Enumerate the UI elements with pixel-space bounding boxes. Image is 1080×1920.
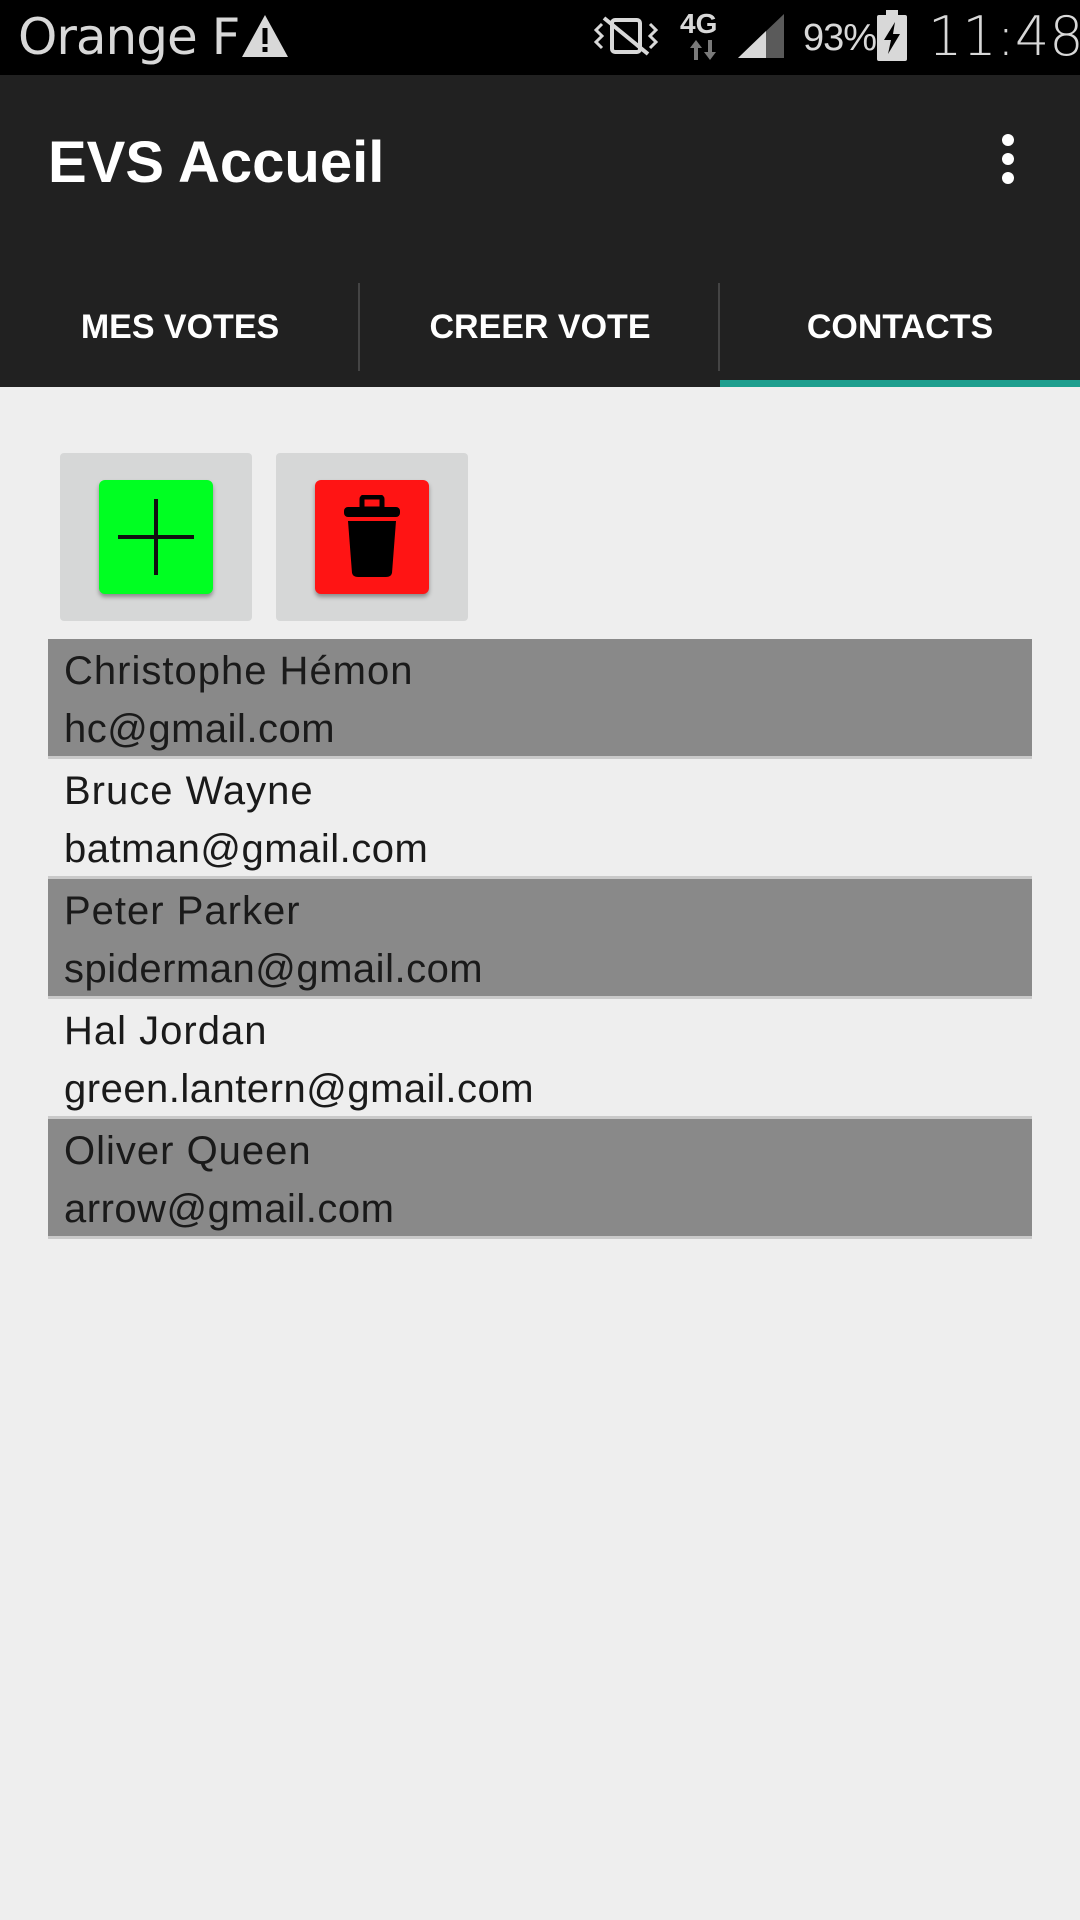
status-bar: Orange F 4G 93% 11:48 (0, 0, 1080, 75)
contact-row[interactable]: Bruce Wayne batman@gmail.com (48, 759, 1032, 879)
tab-contacts[interactable]: CONTACTS (720, 267, 1080, 387)
contact-email: arrow@gmail.com (64, 1187, 395, 1231)
contact-email: spiderman@gmail.com (64, 947, 484, 991)
delete-button-face (315, 480, 429, 594)
battery-percent: 93% (803, 17, 877, 59)
contact-name: Peter Parker (64, 889, 301, 933)
add-contact-button[interactable] (60, 453, 252, 621)
contact-name: Hal Jordan (64, 1009, 268, 1053)
contact-row[interactable]: Peter Parker spiderman@gmail.com (48, 879, 1032, 999)
trash-icon (344, 495, 400, 577)
tab-label: CONTACTS (806, 307, 994, 346)
network-type: 4G (680, 8, 718, 39)
battery-charging-icon (877, 10, 907, 61)
contact-name: Christophe Hémon (64, 649, 414, 693)
contact-name: Bruce Wayne (64, 769, 314, 813)
tab-label: CREER VOTE (429, 307, 651, 346)
vibrate-icon (593, 16, 659, 56)
carrier-name: Orange F (18, 8, 240, 66)
delete-contact-button[interactable] (276, 453, 468, 621)
app-title: EVS Accueil (48, 130, 385, 195)
overflow-menu-button[interactable] (980, 119, 1036, 199)
tab-selected-indicator (720, 380, 1080, 387)
signal-icon (738, 14, 784, 58)
contact-email: hc@gmail.com (64, 707, 336, 751)
app-bar: EVS Accueil MES VOTES CREER VOTE CONTACT… (0, 75, 1080, 387)
contact-email: green.lantern@gmail.com (64, 1067, 535, 1111)
contact-email: batman@gmail.com (64, 827, 429, 871)
plus-icon (118, 499, 194, 575)
data-arrows-icon (690, 40, 716, 60)
tab-mes-votes[interactable]: MES VOTES (0, 267, 360, 387)
clock: 11:48 (928, 5, 1080, 68)
tab-bar: MES VOTES CREER VOTE CONTACTS (0, 267, 1080, 387)
contact-name: Oliver Queen (64, 1129, 312, 1173)
more-vertical-icon (1002, 134, 1014, 184)
contact-list: Christophe Hémon hc@gmail.com Bruce Wayn… (48, 639, 1032, 1239)
add-button-face (99, 480, 213, 594)
warning-icon (242, 15, 288, 57)
tab-creer-vote[interactable]: CREER VOTE (360, 267, 720, 387)
contact-row[interactable]: Oliver Queen arrow@gmail.com (48, 1119, 1032, 1239)
tab-label: MES VOTES (80, 307, 280, 346)
contact-row[interactable]: Christophe Hémon hc@gmail.com (48, 639, 1032, 759)
contact-row[interactable]: Hal Jordan green.lantern@gmail.com (48, 999, 1032, 1119)
